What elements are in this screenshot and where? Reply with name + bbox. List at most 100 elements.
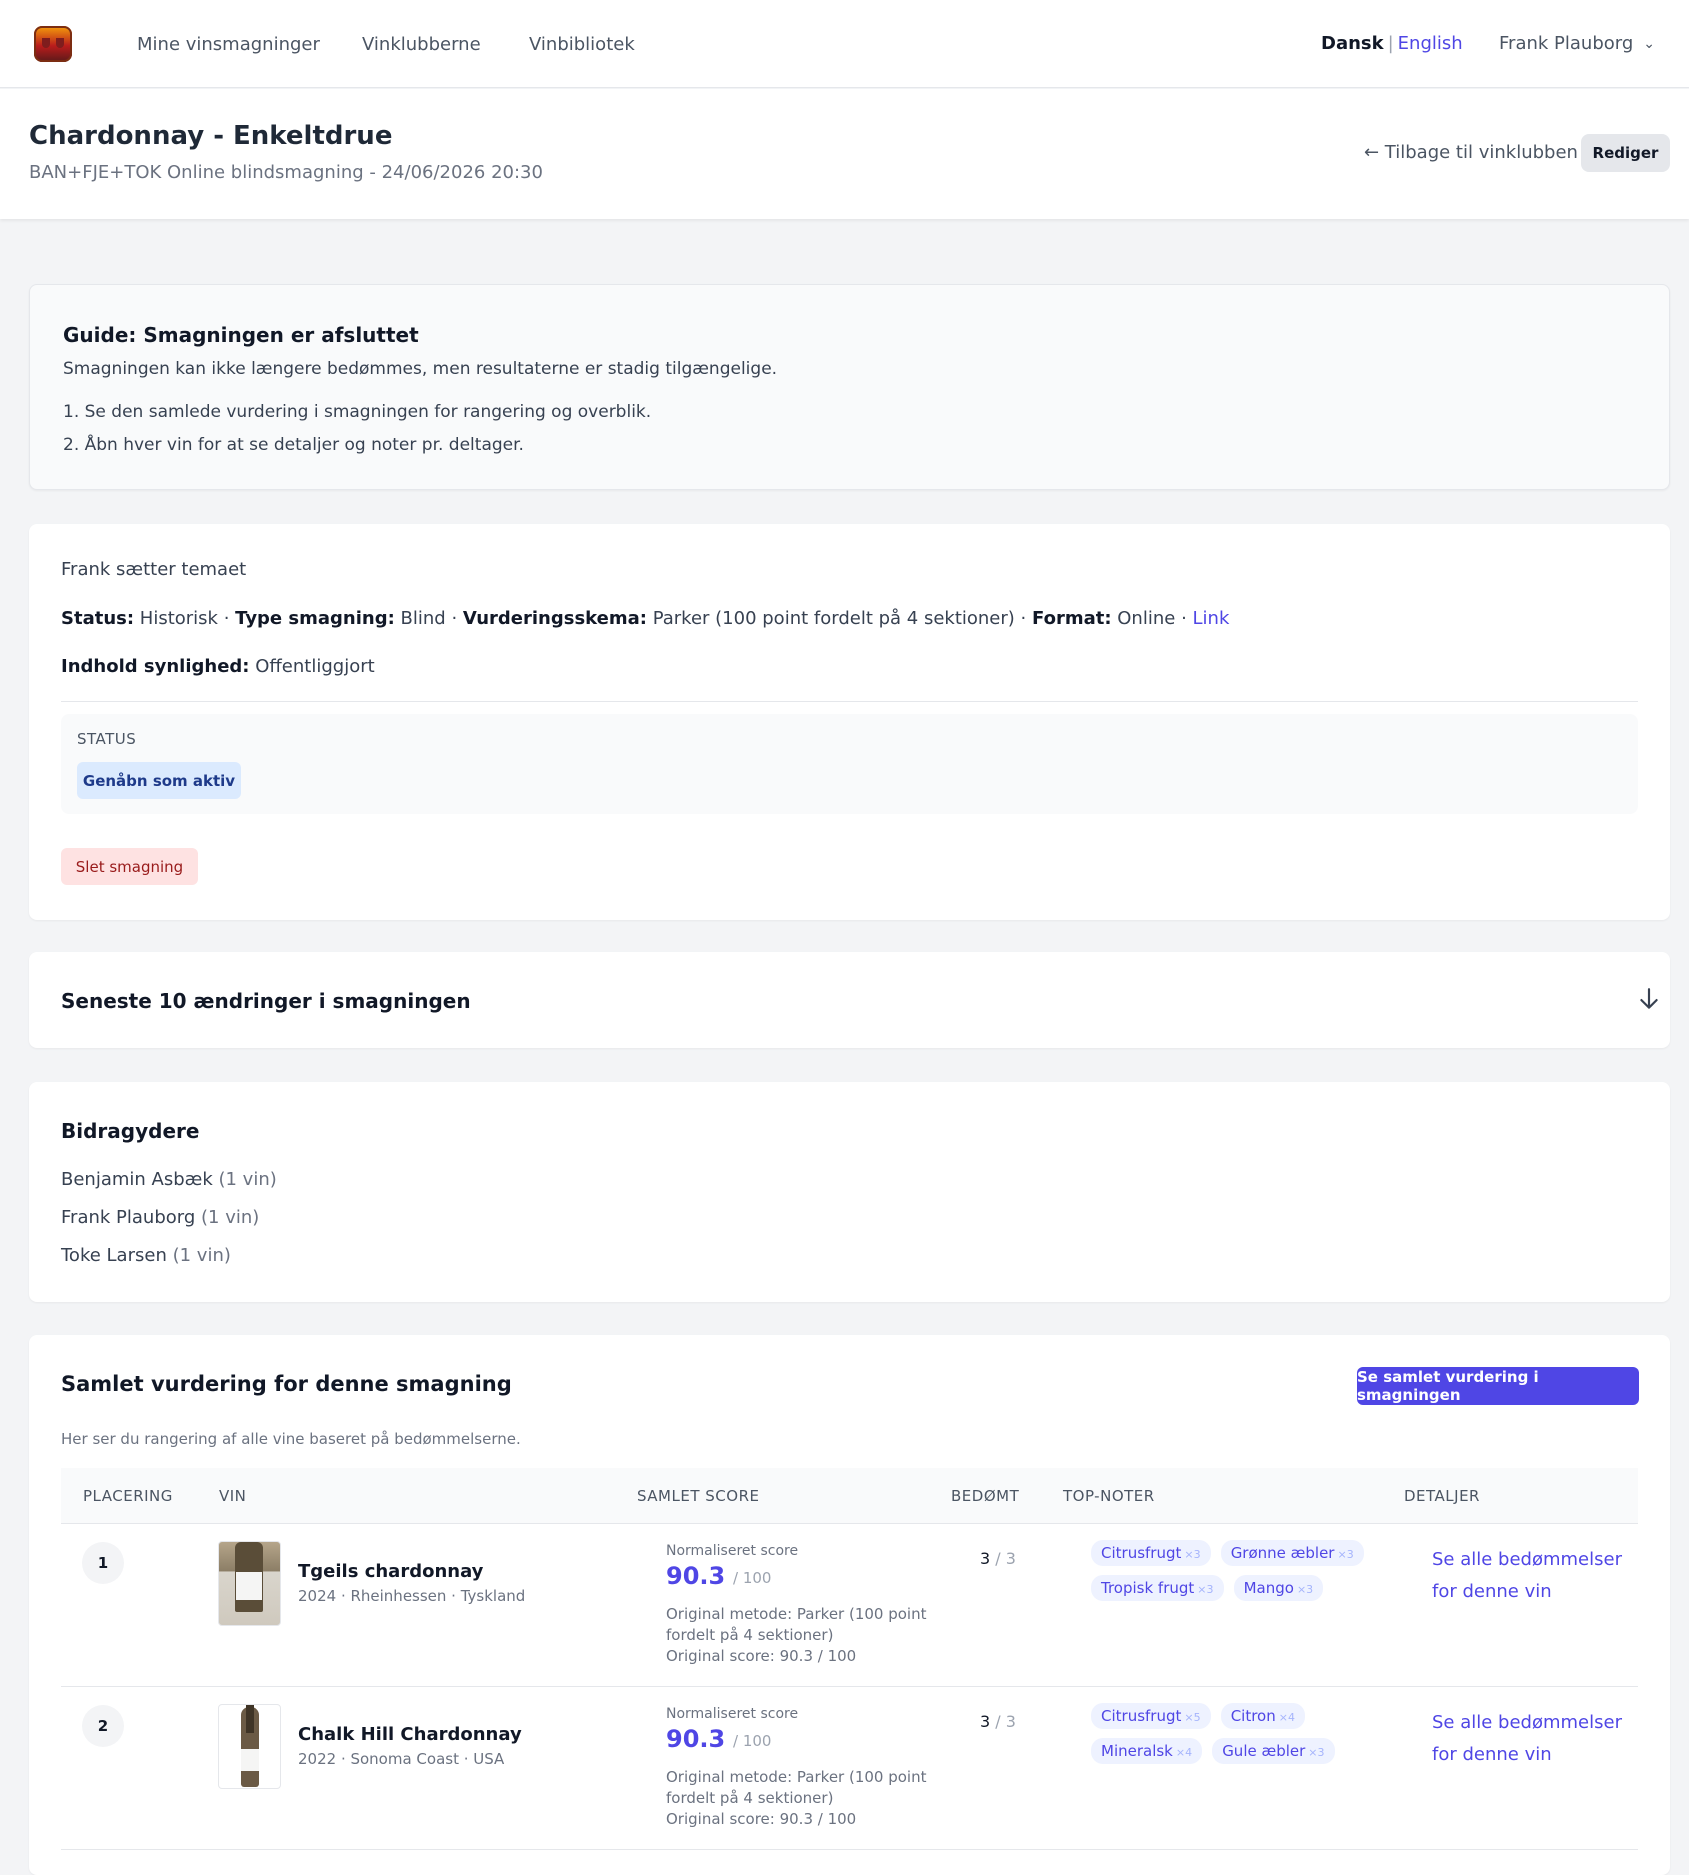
separator: · <box>223 608 230 629</box>
guide-step: 2. Åbn hver vin for at se detaljer og no… <box>63 435 524 455</box>
note-count: ×5 <box>1184 1711 1201 1724</box>
wine-image[interactable] <box>218 1704 281 1789</box>
rated-count: 3 / 3 <box>980 1712 1016 1731</box>
language-separator: | <box>1387 33 1394 54</box>
wine-meta: 2024 · Rheinhessen · Tyskland <box>298 1587 526 1605</box>
column-header-bedomt: BEDØMT <box>951 1487 1020 1505</box>
contributor-name: Frank Plauborg <box>61 1207 196 1228</box>
note-label: Mango <box>1243 1579 1294 1597</box>
note-count: ×3 <box>1197 1583 1214 1596</box>
summary-card: Samlet vurdering for denne smagning Se s… <box>29 1335 1670 1875</box>
type-value: Blind <box>400 608 446 629</box>
rank-badge: 1 <box>82 1542 124 1584</box>
view-summary-button[interactable]: Se samlet vurdering i smagningen <box>1357 1367 1639 1405</box>
format-value: Online <box>1117 608 1176 629</box>
original-method: Original metode: Parker (100 point forde… <box>666 1768 927 1807</box>
view-ratings-link[interactable]: Se alle bedømmelser for denne vin <box>1432 1707 1642 1771</box>
arrow-down-icon[interactable] <box>1636 986 1662 1012</box>
guide-title: Guide: Smagningen er afsluttet <box>63 323 419 347</box>
note-tag: Citrusfrugt ×5 <box>1091 1703 1211 1729</box>
format-label: Format: <box>1032 608 1112 629</box>
column-header-vin: VIN <box>219 1487 247 1505</box>
original-score: Original score: 90.3 / 100 <box>666 1810 857 1828</box>
score-max: / 100 <box>733 1732 772 1750</box>
rated-total: / 3 <box>995 1712 1016 1731</box>
summary-description: Her ser du rangering af alle vine basere… <box>61 1430 521 1448</box>
guide-text: Smagningen kan ikke længere bedømmes, me… <box>63 359 778 379</box>
contributors-card: Bidragydere Benjamin Asbæk (1 vin) Frank… <box>29 1082 1670 1302</box>
chevron-down-icon: ⌄ <box>1643 36 1656 52</box>
contributor-count: (1 vin) <box>172 1245 231 1266</box>
contributor-item: Toke Larsen (1 vin) <box>61 1245 231 1266</box>
status-value: Historisk <box>139 608 218 629</box>
normalized-score: 90.3 <box>666 1562 726 1590</box>
rated-total: / 3 <box>995 1549 1016 1568</box>
separator: · <box>451 608 458 629</box>
delete-tasting-button[interactable]: Slet smagning <box>61 848 198 885</box>
original-score-info: Original metode: Parker (100 point forde… <box>666 1604 936 1667</box>
status-box-label: STATUS <box>77 730 137 748</box>
column-header-placering: PLACERING <box>83 1487 173 1505</box>
app-logo-icon[interactable] <box>34 26 72 62</box>
note-label: Citrusfrugt <box>1101 1707 1182 1725</box>
theme-text: Frank sætter temaet <box>61 559 247 580</box>
page-title: Chardonnay - Enkeltdrue <box>29 121 393 151</box>
table-row: 1 Tgeils chardonnay 2024 · Rheinhessen ·… <box>61 1524 1638 1687</box>
wine-image[interactable] <box>218 1541 281 1626</box>
note-count: ×3 <box>1184 1548 1201 1561</box>
type-label: Type smagning: <box>235 608 395 629</box>
table-header: PLACERING VIN SAMLET SCORE BEDØMT TOP-NO… <box>61 1468 1638 1524</box>
online-link[interactable]: Link <box>1193 608 1230 629</box>
note-label: Tropisk frugt <box>1101 1579 1195 1597</box>
nav-link-mine-vinsmagninger[interactable]: Mine vinsmagninger <box>137 34 320 55</box>
note-label: Gule æbler <box>1222 1742 1306 1760</box>
recent-changes-card[interactable]: Seneste 10 ændringer i smagningen <box>29 952 1670 1048</box>
normalized-score: 90.3 <box>666 1725 726 1753</box>
note-label: Citron <box>1230 1707 1276 1725</box>
original-score-info: Original metode: Parker (100 point forde… <box>666 1767 936 1830</box>
note-tag: Citrusfrugt ×3 <box>1091 1540 1211 1566</box>
score-max: / 100 <box>733 1569 772 1587</box>
tasting-info-card: Frank sætter temaet Status: Historisk · … <box>29 524 1670 920</box>
note-count: ×4 <box>1278 1711 1295 1724</box>
contributor-count: (1 vin) <box>201 1207 260 1228</box>
wine-name[interactable]: Tgeils chardonnay <box>298 1561 483 1582</box>
top-notes: Citrusfrugt ×5 Citron ×4 Mineralsk ×4 Gule … <box>1091 1703 1391 1773</box>
back-to-club-link[interactable]: ← Tilbage til vinklubben <box>1364 142 1578 163</box>
schema-label: Vurderingsskema: <box>462 608 647 629</box>
user-menu[interactable]: Frank Plauborg ⌄ <box>1499 33 1655 54</box>
visibility-value: Offentliggjort <box>255 656 375 677</box>
bottle-neck-shape <box>246 1705 254 1733</box>
contributor-count: (1 vin) <box>218 1169 277 1190</box>
contributor-item: Benjamin Asbæk (1 vin) <box>61 1169 277 1190</box>
reopen-active-button[interactable]: Genåbn som aktiv <box>77 762 241 799</box>
language-switcher: Dansk | English <box>1321 33 1463 54</box>
note-label: Grønne æbler <box>1230 1544 1335 1562</box>
status-label: Status: <box>61 608 135 629</box>
contributors-title: Bidragydere <box>61 1119 200 1143</box>
bottle-label-shape <box>236 1572 262 1600</box>
nav-link-vinbibliotek[interactable]: Vinbibliotek <box>529 34 635 55</box>
language-dansk[interactable]: Dansk <box>1321 33 1384 54</box>
note-tag: Gule æbler ×3 <box>1212 1738 1335 1764</box>
note-tag: Grønne æbler ×3 <box>1220 1540 1364 1566</box>
column-header-top-noter: TOP-NOTER <box>1063 1487 1155 1505</box>
divider <box>61 701 1638 702</box>
schema-value: Parker (100 point fordelt på 4 sektioner… <box>652 608 1015 629</box>
original-method: Original metode: Parker (100 point forde… <box>666 1605 927 1644</box>
note-label: Citrusfrugt <box>1101 1544 1182 1562</box>
language-english[interactable]: English <box>1398 33 1463 54</box>
summary-title: Samlet vurdering for denne smagning <box>61 1372 512 1396</box>
view-ratings-link[interactable]: Se alle bedømmelser for denne vin <box>1432 1544 1642 1608</box>
rated-value: 3 <box>980 1549 991 1568</box>
column-header-detaljer: DETALJER <box>1404 1487 1480 1505</box>
note-tag: Citron ×4 <box>1220 1703 1305 1729</box>
edit-button[interactable]: Rediger <box>1581 134 1670 172</box>
nav-link-vinklubberne[interactable]: Vinklubberne <box>362 34 481 55</box>
top-notes: Citrusfrugt ×3 Grønne æbler ×3 Tropisk fru… <box>1091 1540 1391 1610</box>
guide-card: Guide: Smagningen er afsluttet Smagninge… <box>29 284 1670 490</box>
status-box: STATUS Genåbn som aktiv <box>61 714 1638 814</box>
note-tag: Mango ×3 <box>1233 1575 1324 1601</box>
page-header: Chardonnay - Enkeltdrue BAN+FJE+TOK Onli… <box>0 89 1689 219</box>
wine-name[interactable]: Chalk Hill Chardonnay <box>298 1724 522 1745</box>
